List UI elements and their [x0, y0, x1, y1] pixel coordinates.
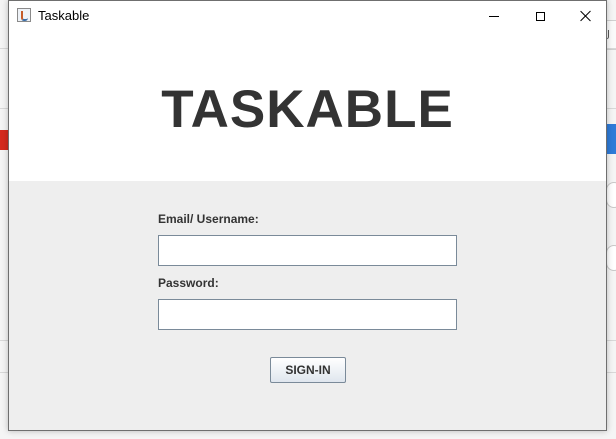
brand-title: TASKABLE: [161, 80, 454, 139]
background-blue-button: [607, 124, 616, 154]
background-round-control: [606, 182, 616, 208]
header-panel: TASKABLE: [9, 31, 606, 181]
maximize-icon: [535, 11, 545, 21]
email-label: Email/ Username:: [158, 212, 259, 226]
java-app-icon[interactable]: [17, 8, 31, 22]
minimize-button[interactable]: [471, 1, 517, 31]
close-button[interactable]: [563, 1, 609, 31]
background-round-control: [606, 245, 616, 271]
email-username-input[interactable]: [158, 235, 457, 266]
window-title: Taskable: [38, 8, 90, 23]
close-icon: [580, 10, 592, 22]
password-label: Password:: [158, 276, 219, 290]
login-form: Email/ Username: Password: SIGN-IN: [9, 181, 606, 430]
title-bar[interactable]: Taskable: [9, 1, 606, 31]
maximize-button[interactable]: [517, 1, 563, 31]
minimize-icon: [489, 15, 499, 17]
taskable-login-window: Taskable TASKABLE Email/ Username: Passw…: [8, 0, 607, 431]
sign-in-button[interactable]: SIGN-IN: [270, 357, 346, 383]
password-input[interactable]: [158, 299, 457, 330]
